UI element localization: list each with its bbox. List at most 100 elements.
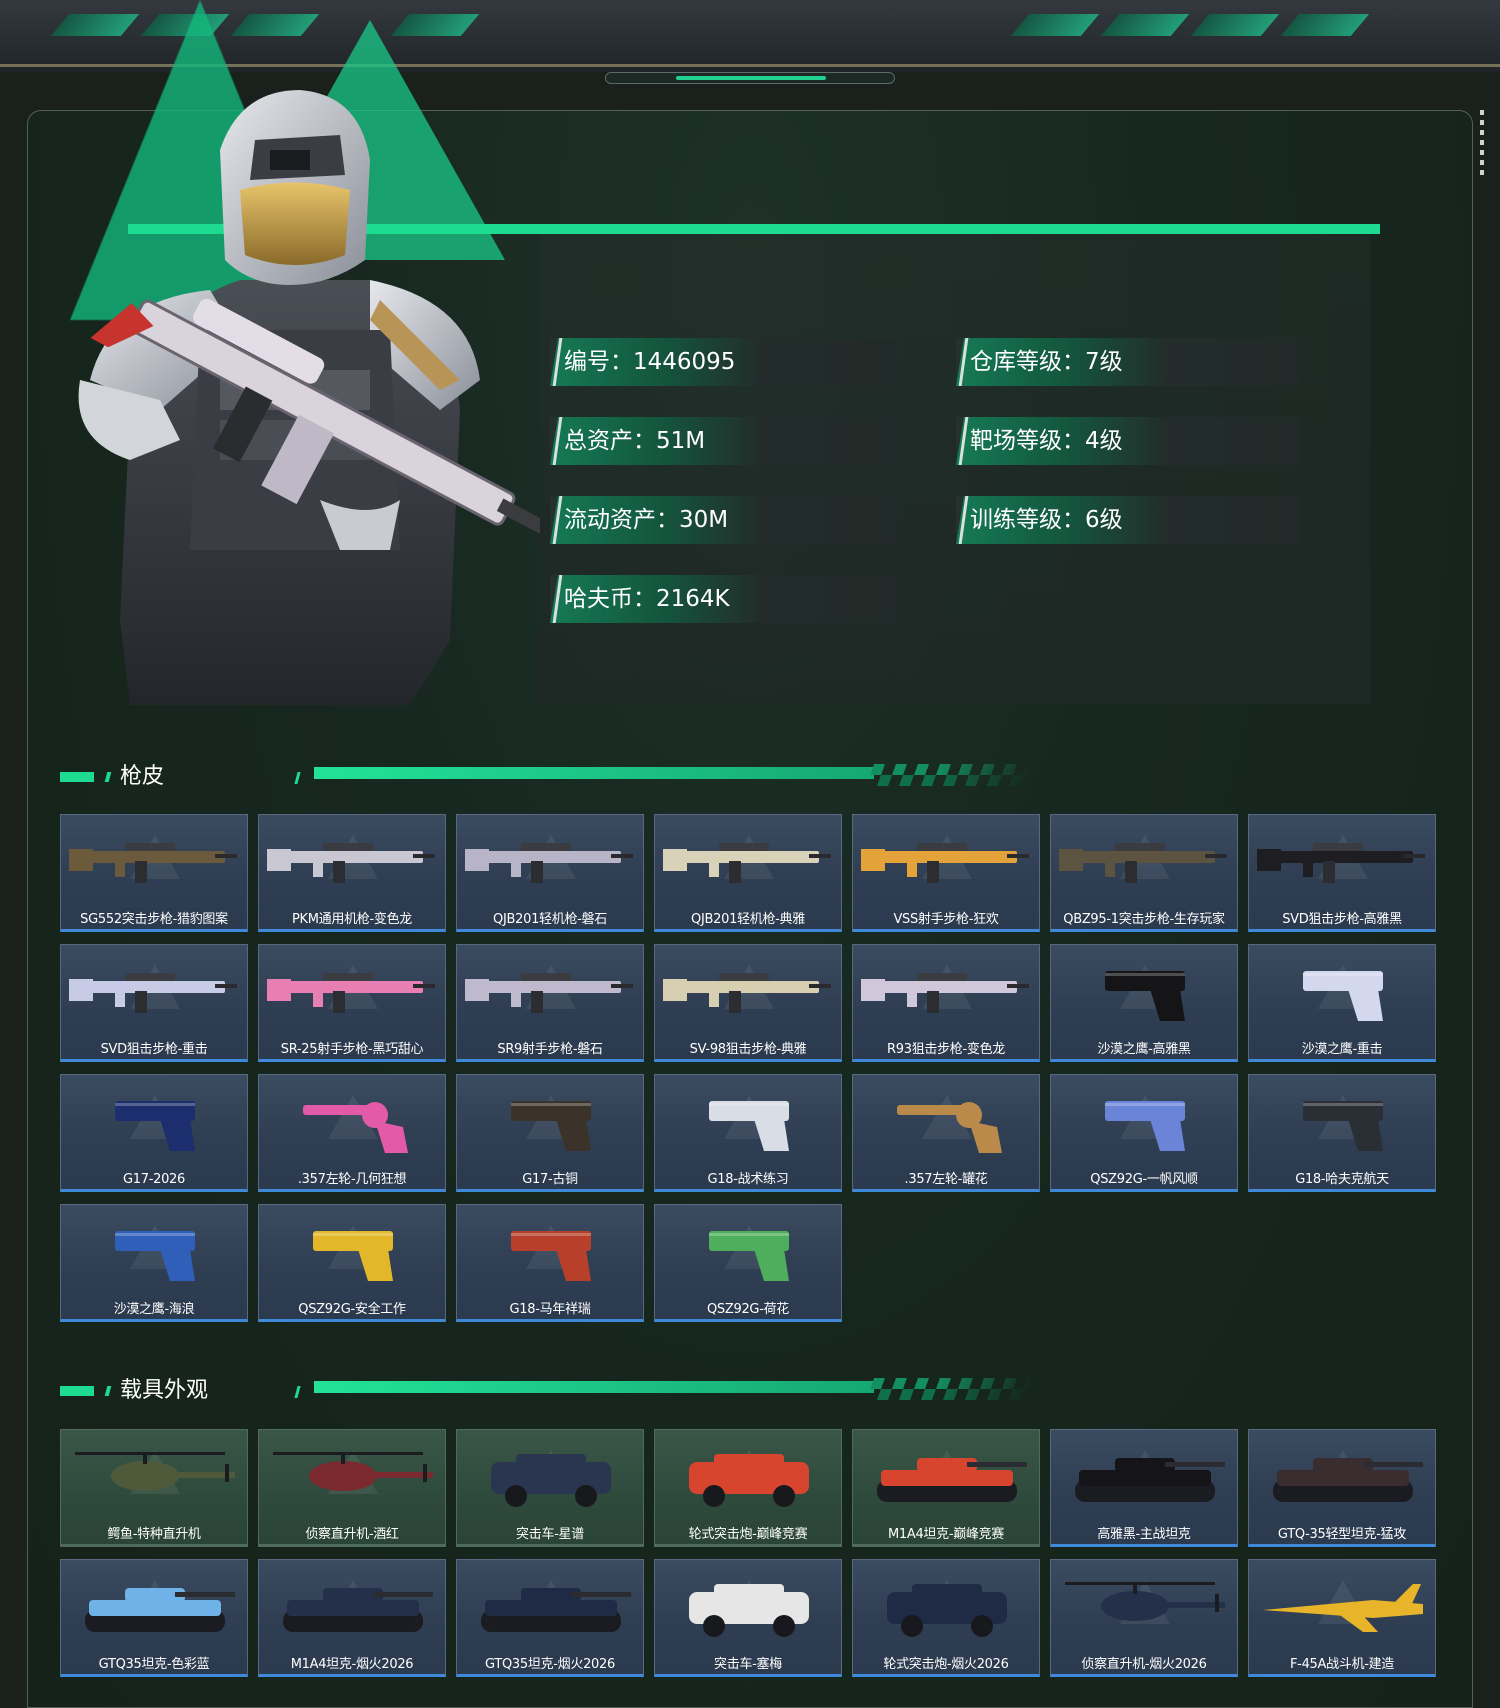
vehicle-thumbnail-icon: [877, 1458, 1027, 1502]
skin-card[interactable]: VSS射手步枪-狂欢: [852, 814, 1040, 932]
skin-thumbnail-icon: [267, 973, 435, 1013]
header-center-bar: [605, 72, 895, 84]
skin-label: 沙漠之鹰-海浪: [113, 1302, 195, 1317]
skins-grid: SG552突击步枪-猎豹图案 PKM通用机枪-变色龙 QJB201轻机枪-磐石 QJB…: [60, 814, 1436, 1322]
vehicle-thumbnail-icon: [887, 1584, 1007, 1637]
section-title-vehicles: 载具外观: [120, 1378, 209, 1403]
skin-card[interactable]: QSZ92G-安全工作: [258, 1204, 446, 1322]
skin-thumbnail-icon: [861, 843, 1029, 883]
vehicle-card[interactable]: M1A4坦克-烟火2026: [258, 1559, 446, 1677]
vehicle-card[interactable]: M1A4坦克-巅峰竞赛: [852, 1429, 1040, 1547]
skin-thumbnail-icon: [313, 1231, 393, 1281]
skin-label: QBZ95-1突击步枪-生存玩家: [1063, 912, 1225, 927]
skin-card[interactable]: G18-马年祥瑞: [456, 1204, 644, 1322]
stat-training-level: 训练等级：6级: [956, 496, 1301, 544]
skin-label: G18-战术练习: [707, 1172, 789, 1187]
vehicle-card[interactable]: 侦察直升机-烟火2026: [1050, 1559, 1238, 1677]
skin-label: G18-哈夫克航天: [1295, 1172, 1389, 1187]
skin-thumbnail-icon: [465, 843, 633, 883]
vehicle-card[interactable]: 轮式突击炮-烟火2026: [852, 1559, 1040, 1677]
vehicle-card[interactable]: 侦察直升机-酒红: [258, 1429, 446, 1547]
vehicle-thumbnail-icon: [1065, 1582, 1225, 1621]
vehicle-label: 侦察直升机-烟火2026: [1081, 1657, 1207, 1672]
skin-card[interactable]: PKM通用机枪-变色龙: [258, 814, 446, 932]
skin-card[interactable]: G18-哈夫克航天: [1248, 1074, 1436, 1192]
vehicle-card[interactable]: GTQ35坦克-烟火2026: [456, 1559, 644, 1677]
skin-label: 沙漠之鹰-高雅黑: [1097, 1042, 1191, 1057]
skin-card[interactable]: SR9射手步枪-磐石: [456, 944, 644, 1062]
section-header-skins: 枪皮: [60, 762, 1060, 792]
skin-card[interactable]: .357左轮-罐花: [852, 1074, 1040, 1192]
skin-label: .357左轮-罐花: [904, 1172, 988, 1187]
vehicle-label: 突击车-塞梅: [714, 1657, 782, 1672]
vehicle-card[interactable]: 轮式突击炮-巅峰竞赛: [654, 1429, 842, 1547]
vehicle-card[interactable]: GTQ35坦克-色彩蓝: [60, 1559, 248, 1677]
skin-card[interactable]: QSZ92G-荷花: [654, 1204, 842, 1322]
vehicle-label: GTQ-35轻型坦克-猛攻: [1277, 1527, 1407, 1542]
skin-card[interactable]: G17-古铜: [456, 1074, 644, 1192]
skin-label: G17-2026: [123, 1172, 185, 1187]
stat-havoc-coins-text: 哈夫币：2164K: [564, 586, 730, 612]
vehicle-card[interactable]: 高雅黑-主战坦克: [1050, 1429, 1238, 1547]
skin-label: QSZ92G-荷花: [707, 1302, 789, 1317]
skin-card[interactable]: QJB201轻机枪-典雅: [654, 814, 842, 932]
frame-dots: [1480, 110, 1484, 180]
section-marker: [294, 772, 301, 784]
skin-label: QSZ92G-安全工作: [298, 1302, 406, 1317]
vehicle-thumbnail-icon: [273, 1452, 433, 1491]
stat-warehouse-level-text: 仓库等级：7级: [970, 349, 1123, 375]
vehicle-card[interactable]: F-45A战斗机-建造: [1248, 1559, 1436, 1677]
skin-thumbnail-icon: [663, 973, 831, 1013]
skin-card[interactable]: QBZ95-1突击步枪-生存玩家: [1050, 814, 1238, 932]
stat-id: 编号：1446095: [550, 338, 895, 386]
skin-card[interactable]: SR-25射手步枪-黑巧甜心: [258, 944, 446, 1062]
skin-thumbnail-icon: [115, 1231, 195, 1281]
vehicle-label: 侦察直升机-酒红: [305, 1527, 399, 1542]
stat-liquid-assets-text: 流动资产：30M: [564, 507, 729, 533]
skin-thumbnail-icon: [663, 843, 831, 883]
info-panel: [540, 234, 1370, 704]
skin-thumbnail-icon: [69, 843, 237, 883]
skin-card[interactable]: G17-2026: [60, 1074, 248, 1192]
vehicle-card[interactable]: 突击车-塞梅: [654, 1559, 842, 1677]
vehicle-thumbnail-icon: [1263, 1584, 1423, 1632]
vehicles-grid: 鳄鱼-特种直升机 侦察直升机-酒红 突击车-星谱 轮式突击炮-巅峰竞赛 M1A4坦克-巅…: [60, 1429, 1436, 1677]
section-bar: [314, 1381, 874, 1393]
skin-card[interactable]: SVD狙击步枪-高雅黑: [1248, 814, 1436, 932]
skin-thumbnail-icon: [861, 973, 1029, 1013]
vehicle-label: 轮式突击炮-巅峰竞赛: [688, 1527, 808, 1542]
skin-thumbnail-icon: [303, 1102, 408, 1153]
skin-thumbnail-icon: [1257, 843, 1425, 883]
stat-warehouse-level: 仓库等级：7级: [956, 338, 1301, 386]
skin-label: QJB201轻机枪-磐石: [493, 912, 607, 927]
skin-label: SVD狙击步枪-高雅黑: [1282, 912, 1402, 927]
section-marker: [60, 772, 94, 782]
skin-thumbnail-icon: [709, 1101, 789, 1151]
section-header-vehicles: 载具外观: [60, 1376, 1060, 1406]
skin-card[interactable]: SG552突击步枪-猎豹图案: [60, 814, 248, 932]
vehicle-label: 高雅黑-主战坦克: [1097, 1527, 1191, 1542]
skin-card[interactable]: G18-战术练习: [654, 1074, 842, 1192]
vehicle-thumbnail-icon: [283, 1588, 433, 1632]
skin-card[interactable]: 沙漠之鹰-高雅黑: [1050, 944, 1238, 1062]
skin-card[interactable]: 沙漠之鹰-海浪: [60, 1204, 248, 1322]
skin-card[interactable]: QJB201轻机枪-磐石: [456, 814, 644, 932]
skin-card[interactable]: SV-98狙击步枪-典雅: [654, 944, 842, 1062]
skin-label: SVD狙击步枪-重击: [100, 1042, 208, 1057]
skin-label: QSZ92G-一帆风顺: [1090, 1172, 1198, 1187]
skin-thumbnail-icon: [1105, 1101, 1185, 1151]
stat-total-assets-text: 总资产：51M: [564, 428, 706, 454]
vehicle-card[interactable]: 突击车-星谱: [456, 1429, 644, 1547]
skin-thumbnail-icon: [511, 1101, 591, 1151]
skin-card[interactable]: 沙漠之鹰-重击: [1248, 944, 1436, 1062]
skin-label: SG552突击步枪-猎豹图案: [80, 912, 228, 927]
vehicle-thumbnail-icon: [1273, 1458, 1423, 1502]
skin-card[interactable]: SVD狙击步枪-重击: [60, 944, 248, 1062]
skin-card[interactable]: QSZ92G-一帆风顺: [1050, 1074, 1238, 1192]
vehicle-card[interactable]: 鳄鱼-特种直升机: [60, 1429, 248, 1547]
vehicle-card[interactable]: GTQ-35轻型坦克-猛攻: [1248, 1429, 1436, 1547]
skin-card[interactable]: .357左轮-几何狂想: [258, 1074, 446, 1192]
section-marker: [104, 1386, 112, 1396]
skin-label: QJB201轻机枪-典雅: [691, 912, 805, 927]
skin-card[interactable]: R93狙击步枪-变色龙: [852, 944, 1040, 1062]
